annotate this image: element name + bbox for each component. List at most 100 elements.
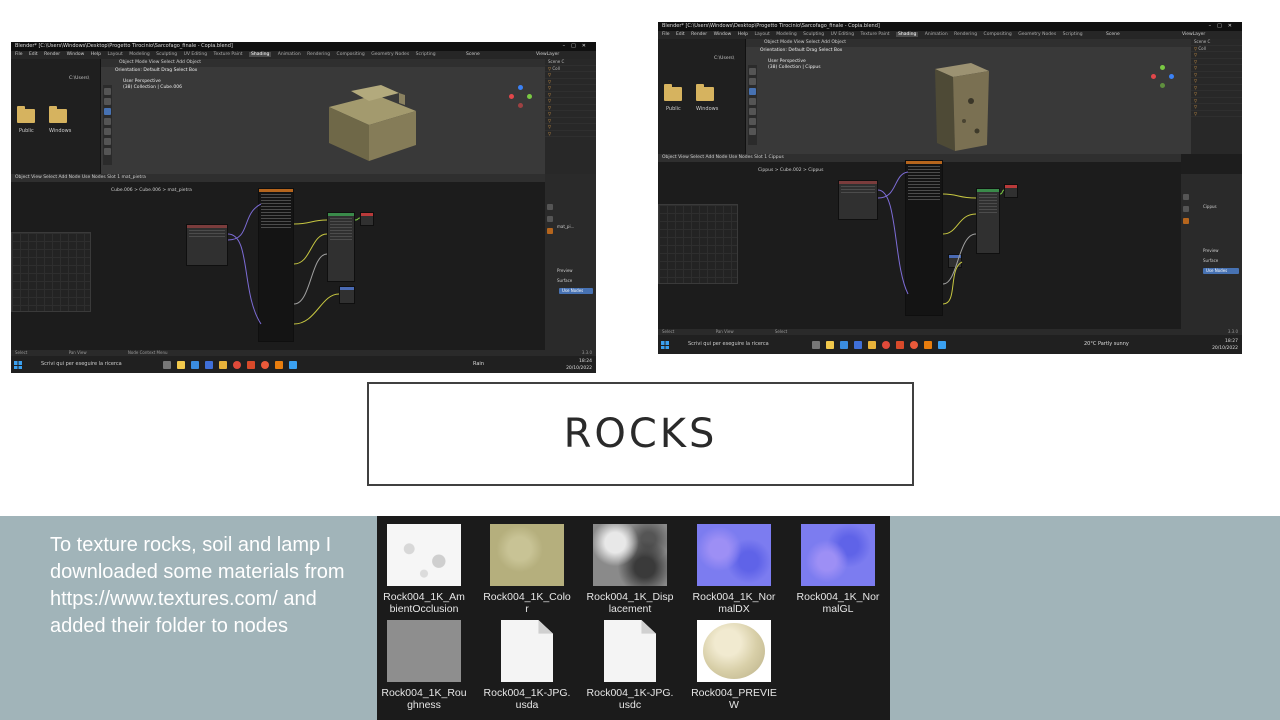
file-item[interactable]: Rock004_PREVIE W <box>689 620 779 711</box>
scene-selector[interactable]: Scene <box>1106 31 1120 39</box>
app-icon[interactable] <box>219 361 227 369</box>
menu-edit[interactable]: Edit <box>676 32 685 37</box>
app-icon[interactable] <box>938 341 946 349</box>
view-layer-selector[interactable]: ViewLayer <box>536 51 559 59</box>
app-icon[interactable] <box>896 341 904 349</box>
surface-section[interactable]: Surface <box>557 278 572 283</box>
transform-tool-icon[interactable] <box>749 118 756 125</box>
outliner[interactable]: Scene C ▽ Coll ▽ ▽ ▽ ▽ ▽ ▽ ▽ ▽ ▽ ▽ <box>545 59 596 174</box>
menu-file[interactable]: File <box>662 32 670 37</box>
view-layer-selector[interactable]: ViewLayer <box>1182 31 1205 39</box>
navigation-gizmo[interactable] <box>1151 65 1175 89</box>
select-tool-icon[interactable] <box>104 98 111 105</box>
orientation-bar[interactable]: Orientation: Default Drag Select Box <box>760 48 842 54</box>
app-icon[interactable] <box>854 341 862 349</box>
tab-shading[interactable]: Shading <box>249 52 272 57</box>
tab-texture-paint[interactable]: Texture Paint <box>214 52 243 57</box>
app-icon[interactable] <box>177 361 185 369</box>
scale-tool-icon[interactable] <box>104 128 111 135</box>
cursor-tool-icon[interactable] <box>749 68 756 75</box>
file-item[interactable]: Rock004_1K_Nor malDX <box>689 524 779 615</box>
system-tray-clock[interactable]: 18:27 20/10/2022 <box>1212 338 1238 352</box>
file-path[interactable]: C:\Users\ <box>69 76 89 81</box>
cursor-tool-icon[interactable] <box>104 88 111 95</box>
properties-panel[interactable]: Cippus Preview Surface Use Nodes <box>1181 174 1242 329</box>
render-properties-icon[interactable] <box>547 216 553 222</box>
tab-sculpting[interactable]: Sculpting <box>803 32 824 37</box>
tab-uv-editing[interactable]: UV Editing <box>831 32 854 37</box>
tab-texture-paint[interactable]: Texture Paint <box>861 32 890 37</box>
tab-shading[interactable]: Shading <box>896 32 919 37</box>
tab-geometry-nodes[interactable]: Geometry Nodes <box>1018 32 1056 37</box>
material-properties-icon[interactable] <box>547 228 553 234</box>
folder-icon[interactable] <box>17 106 35 123</box>
file-item[interactable]: Rock004_1K_Colo r <box>482 524 572 615</box>
tab-modeling[interactable]: Modeling <box>776 32 796 37</box>
folder-icon[interactable] <box>664 84 682 101</box>
file-item[interactable]: Rock004_1K-JPG. usdc <box>585 620 675 711</box>
tool-properties-icon[interactable] <box>547 204 553 210</box>
material-slot[interactable]: Cippus <box>1203 204 1217 209</box>
windows-start-icon[interactable] <box>14 361 22 369</box>
task-view-icon[interactable] <box>163 361 171 369</box>
app-icon[interactable] <box>826 341 834 349</box>
tab-rendering[interactable]: Rendering <box>307 52 330 57</box>
menu-file[interactable]: File <box>15 52 23 57</box>
shader-node-editor[interactable]: Object View Select Add Node Use Nodes Sl… <box>11 174 545 350</box>
system-tray-clock[interactable]: 18:24 20/10/2022 <box>566 358 592 372</box>
window-controls[interactable]: –□✕ <box>563 42 592 51</box>
tool-strip[interactable] <box>103 85 112 165</box>
tab-animation[interactable]: Animation <box>925 32 948 37</box>
viewport-header[interactable]: Object Mode View Select Add Object <box>746 39 1191 47</box>
app-icon[interactable] <box>289 361 297 369</box>
3d-viewport[interactable]: Object Mode View Select Add Object Orien… <box>101 59 545 174</box>
move-tool-icon[interactable] <box>749 88 756 95</box>
select-tool-icon[interactable] <box>749 78 756 85</box>
scene-selector[interactable]: Scene <box>466 51 480 59</box>
windows-start-icon[interactable] <box>661 341 669 349</box>
tab-uv-editing[interactable]: UV Editing <box>184 52 207 57</box>
app-icon[interactable] <box>247 361 255 369</box>
preview-section[interactable]: Preview <box>557 268 573 273</box>
scale-tool-icon[interactable] <box>749 108 756 115</box>
tab-compositing[interactable]: Compositing <box>984 32 1012 37</box>
app-icon[interactable] <box>868 341 876 349</box>
blender-icon[interactable] <box>275 361 283 369</box>
app-icon[interactable] <box>205 361 213 369</box>
file-item[interactable]: Rock004_1K_Rou ghness <box>379 620 469 711</box>
folder-icon[interactable] <box>49 106 67 123</box>
menu-window[interactable]: Window <box>714 32 732 37</box>
outliner[interactable]: Scene C ▽ Coll ▽ ▽ ▽ ▽ ▽ ▽ ▽ ▽ ▽ ▽ <box>1191 39 1242 154</box>
taskbar-search[interactable]: Scrivi qui per eseguire la ricerca <box>688 335 769 354</box>
file-item[interactable]: Rock004_1K_Disp lacement <box>585 524 675 615</box>
menu-help[interactable]: Help <box>738 32 748 37</box>
rotate-tool-icon[interactable] <box>749 98 756 105</box>
taskbar-search[interactable]: Scrivi qui per eseguire la ricerca <box>41 356 122 373</box>
material-slot[interactable]: mat_pi... <box>557 224 574 229</box>
tab-layout[interactable]: Layout <box>107 52 122 57</box>
file-path[interactable]: C:\Users\ <box>714 56 734 61</box>
app-icon[interactable] <box>840 341 848 349</box>
menu-help[interactable]: Help <box>91 52 101 57</box>
app-icon[interactable] <box>910 341 918 349</box>
move-tool-icon[interactable] <box>104 108 111 115</box>
menu-render[interactable]: Render <box>691 32 707 37</box>
3d-viewport[interactable]: Object Mode View Select Add Object Orien… <box>746 39 1191 154</box>
viewport-header[interactable]: Object Mode View Select Add Object <box>101 59 545 67</box>
task-view-icon[interactable] <box>812 341 820 349</box>
chrome-icon[interactable] <box>233 361 241 369</box>
cippus-model[interactable] <box>931 61 991 153</box>
window-controls[interactable]: –□✕ <box>1209 22 1238 31</box>
use-nodes-button[interactable]: Use Nodes <box>1203 268 1239 274</box>
annotate-tool-icon[interactable] <box>104 148 111 155</box>
menu-render[interactable]: Render <box>44 52 60 57</box>
tab-animation[interactable]: Animation <box>278 52 301 57</box>
transform-tool-icon[interactable] <box>104 138 111 145</box>
app-icon[interactable] <box>261 361 269 369</box>
preview-section[interactable]: Preview <box>1203 248 1219 253</box>
annotate-tool-icon[interactable] <box>749 128 756 135</box>
use-nodes-button[interactable]: Use Nodes <box>559 288 593 294</box>
tab-scripting[interactable]: Scripting <box>416 52 436 57</box>
taskbar-weather[interactable]: 20°C Partly sunny <box>1084 335 1129 354</box>
tab-sculpting[interactable]: Sculpting <box>156 52 177 57</box>
